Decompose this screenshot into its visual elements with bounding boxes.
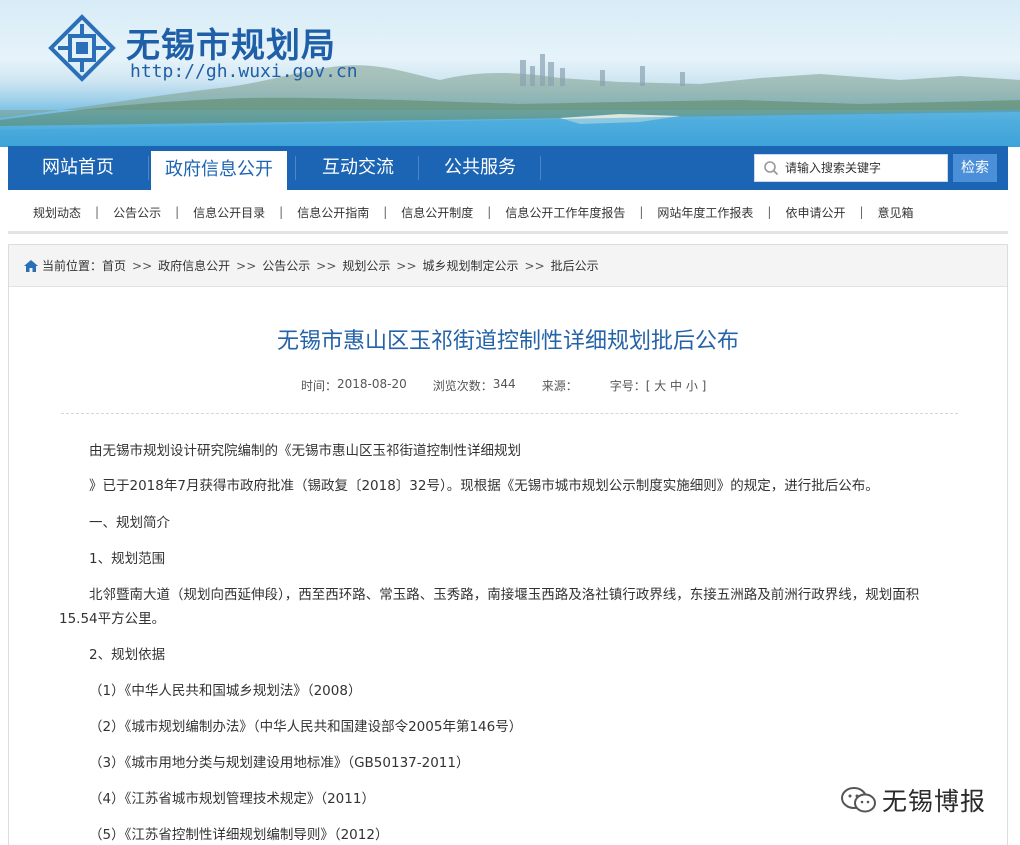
subnav-item-suggestion-box[interactable]: 意见箱 <box>878 204 914 221</box>
nav-divider <box>148 156 149 180</box>
breadcrumb-item-planning-publicity[interactable]: 规划公示 <box>342 257 390 274</box>
site-url[interactable]: http://gh.wuxi.gov.cn <box>130 61 358 82</box>
breadcrumb-item-urban-rural[interactable]: 城乡规划制定公示 <box>423 257 519 274</box>
article-paragraph: 由无锡市规划设计研究院编制的《无锡市惠山区玉祁街道控制性详细规划 <box>89 443 521 459</box>
article-paragraph: 15.54平方公里。 <box>59 611 166 627</box>
article-heading: 一、规划简介 <box>89 515 170 531</box>
home-icon <box>24 259 38 272</box>
nav-divider <box>295 156 296 180</box>
wechat-watermark: 无锡博报 <box>840 782 986 818</box>
article-paragraph: 》已于2018年7月获得市政府批准（锡政复〔2018〕32号）。现根据《无锡市城… <box>89 478 879 494</box>
meta-source-label: 来源： <box>541 379 578 393</box>
header-banner: 无锡市规划局 http://gh.wuxi.gov.cn <box>0 0 1020 147</box>
subnav-separator: | <box>95 205 100 219</box>
meta-divider <box>61 413 958 414</box>
article-subheading: 1、规划范围 <box>89 551 166 567</box>
search-icon <box>764 161 779 176</box>
wechat-icon <box>841 787 876 813</box>
article-list-item: （1）《中华人民共和国城乡规划法》（2008） <box>89 683 362 699</box>
breadcrumb-item-announcements[interactable]: 公告公示 <box>262 257 310 274</box>
subnav-separator: | <box>639 205 644 219</box>
article-list-item: （5）《江苏省控制性详细规划编制导则》（2012） <box>89 827 389 843</box>
main-nav: 网站首页 政府信息公开 互动交流 公共服务 检索 <box>8 146 1008 190</box>
subnav-separator: | <box>859 205 864 219</box>
meta-font-label: 字号： <box>609 379 646 393</box>
subnav-separator: | <box>175 205 180 219</box>
article-subheading: 2、规划依据 <box>89 647 166 663</box>
subnav-item-apply-disclosure[interactable]: 依申请公开 <box>785 204 845 221</box>
nav-divider <box>540 156 541 180</box>
meta-time-value: 2018-08-20 <box>337 377 407 391</box>
site-title: 无锡市规划局 <box>126 26 336 66</box>
subnav-item-annual-report[interactable]: 信息公开工作年度报告 <box>505 204 625 221</box>
subnav-item-announcements[interactable]: 公告公示 <box>113 204 161 221</box>
content-panel: 当前位置： 首页 >> 政府信息公开 >> 公告公示 >> 规划公示 >> 城乡… <box>8 244 1008 845</box>
breadcrumb-prefix: 当前位置： <box>42 259 103 273</box>
article-list-item: （2）《城市规划编制办法》（中华人民共和国建设部令2005年第146号） <box>89 719 523 735</box>
nav-item-public-service[interactable]: 公共服务 <box>420 146 540 190</box>
breadcrumb: 当前位置： 首页 >> 政府信息公开 >> 公告公示 >> 规划公示 >> 城乡… <box>9 245 1007 287</box>
article-list-item: （3）《城市用地分类与规划建设用地标准》（GB50137-2011） <box>89 755 470 771</box>
nav-divider <box>418 156 419 180</box>
breadcrumb-separator: >> <box>236 258 257 273</box>
search-input[interactable] <box>785 155 945 181</box>
article-list-item: （4）《江苏省城市规划管理技术规定》（2011） <box>89 791 375 807</box>
breadcrumb-separator: >> <box>524 258 545 273</box>
breadcrumb-separator: >> <box>132 258 153 273</box>
subnav-item-website-report[interactable]: 网站年度工作报表 <box>657 204 753 221</box>
breadcrumb-item-home[interactable]: 首页 <box>102 257 126 274</box>
breadcrumb-item-gov-info[interactable]: 政府信息公开 <box>158 257 230 274</box>
breadcrumb-separator: >> <box>396 258 417 273</box>
breadcrumb-item-post-approval[interactable]: 批后公示 <box>551 257 599 274</box>
nav-item-gov-info[interactable]: 政府信息公开 <box>151 151 287 190</box>
sub-nav-list: 规划动态 | 公告公示 | 信息公开目录 | 信息公开指南 | 信息公开制度 |… <box>33 190 914 234</box>
font-size-options[interactable]: [ 大 中 小 ] <box>646 377 707 394</box>
subnav-item-info-guide[interactable]: 信息公开指南 <box>297 204 369 221</box>
subnav-item-planning-news[interactable]: 规划动态 <box>33 204 81 221</box>
subnav-separator: | <box>487 205 492 219</box>
subnav-item-info-catalog[interactable]: 信息公开目录 <box>193 204 265 221</box>
article-paragraph: 北邻暨南大道（规划向西延伸段），西至西环路、常玉路、玉秀路，南接堰玉西路及洛社镇… <box>89 587 920 603</box>
article-title: 无锡市惠山区玉祁街道控制性详细规划批后公布 <box>276 329 739 354</box>
meta-views-label: 浏览次数： <box>432 379 493 393</box>
nav-item-home[interactable]: 网站首页 <box>8 146 148 190</box>
subnav-separator: | <box>383 205 388 219</box>
wuxi-planning-logo-icon <box>48 14 116 82</box>
search-button[interactable]: 检索 <box>953 154 997 182</box>
meta-time-label: 时间： <box>301 379 338 393</box>
breadcrumb-separator: >> <box>316 258 337 273</box>
subnav-item-info-system[interactable]: 信息公开制度 <box>401 204 473 221</box>
sub-nav: 规划动态 | 公告公示 | 信息公开目录 | 信息公开指南 | 信息公开制度 |… <box>8 190 1008 234</box>
subnav-separator: | <box>767 205 772 219</box>
meta-views-value: 344 <box>492 377 516 391</box>
article-meta: 时间： 2018-08-20 浏览次数： 344 来源： 字号： [ 大 中 小… <box>301 377 706 394</box>
nav-item-interaction[interactable]: 互动交流 <box>298 146 418 190</box>
subnav-separator: | <box>279 205 284 219</box>
watermark-text: 无锡博报 <box>882 787 987 816</box>
search-box <box>754 154 948 182</box>
